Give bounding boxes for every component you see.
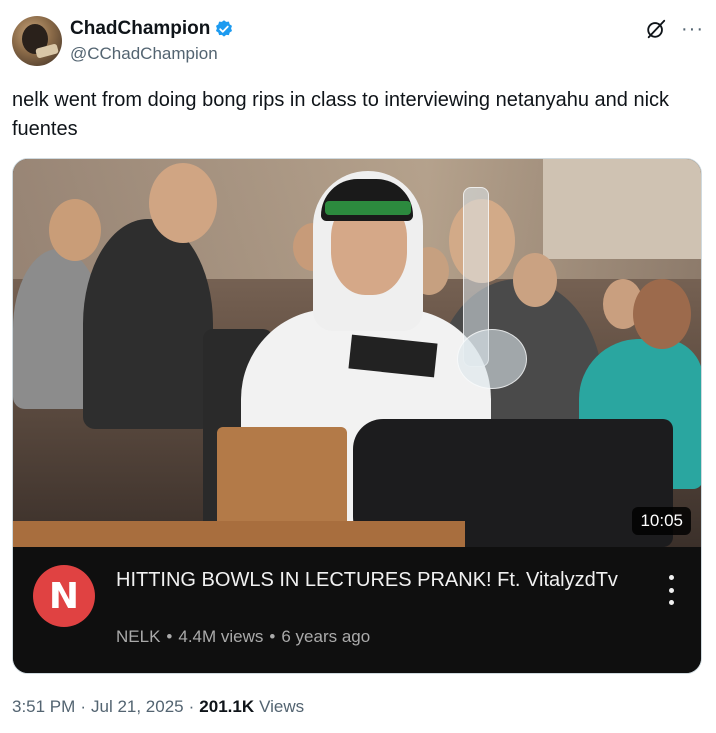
author-display-name[interactable]: ChadChampion: [70, 18, 210, 40]
views-label: Views: [259, 697, 305, 716]
tweet-footer: 3:51 PM · Jul 21, 2025 · 201.1K Views: [12, 697, 304, 717]
thumb-head: [149, 163, 217, 243]
footer-separator: ·: [188, 697, 195, 716]
thumb-head: [633, 279, 691, 349]
more-icon[interactable]: ···: [681, 19, 704, 39]
video-info: N HITTING BOWLS IN LECTURES PRANK! Ft. V…: [13, 547, 701, 673]
tweet-actions-top: ···: [645, 18, 704, 40]
kebab-dot: [668, 600, 674, 605]
kebab-dot: [668, 587, 674, 593]
grok-icon[interactable]: [645, 18, 667, 40]
channel-logo-letter: N: [48, 575, 80, 617]
meta-separator: •: [269, 627, 276, 646]
views-count: 201.1K: [199, 697, 255, 716]
thumb-person: [83, 219, 213, 429]
tweet-text: nelk went from doing bong rips in class …: [12, 89, 670, 140]
tweet-time[interactable]: 3:51 PM: [12, 697, 75, 717]
channel-name[interactable]: NELK: [116, 627, 160, 647]
video-duration: 10:05: [632, 507, 691, 535]
author-handle[interactable]: @CChadChampion: [70, 44, 218, 64]
author-name-row: ChadChampion: [70, 18, 234, 40]
thumb-bong-base: [457, 329, 527, 389]
footer-separator: ·: [80, 697, 86, 716]
verified-badge-icon: [216, 20, 233, 37]
meta-separator: •: [166, 627, 173, 646]
video-title[interactable]: HITTING BOWLS IN LECTURES PRANK! Ft. Vit…: [116, 567, 636, 594]
tweet-date[interactable]: Jul 21, 2025: [91, 697, 184, 717]
kebab-menu-icon[interactable]: [667, 575, 675, 605]
video-meta: NELK • 4.4M views • 6 years ago: [116, 627, 370, 647]
thumb-head: [49, 199, 101, 261]
kebab-dot: [668, 575, 674, 580]
thumb-head: [513, 253, 557, 307]
video-age: 6 years ago: [281, 627, 371, 646]
channel-logo[interactable]: N: [33, 565, 95, 627]
view-count: 4.4M views: [178, 627, 264, 646]
thumb-cap-bill: [325, 201, 411, 215]
video-card[interactable]: 10:05 N HITTING BOWLS IN LECTURES PRANK!…: [12, 158, 702, 674]
thumb-wall-right: [543, 159, 701, 259]
thumb-front-desk: [13, 521, 465, 547]
author-avatar[interactable]: [12, 16, 62, 66]
video-thumbnail[interactable]: 10:05: [13, 159, 701, 547]
